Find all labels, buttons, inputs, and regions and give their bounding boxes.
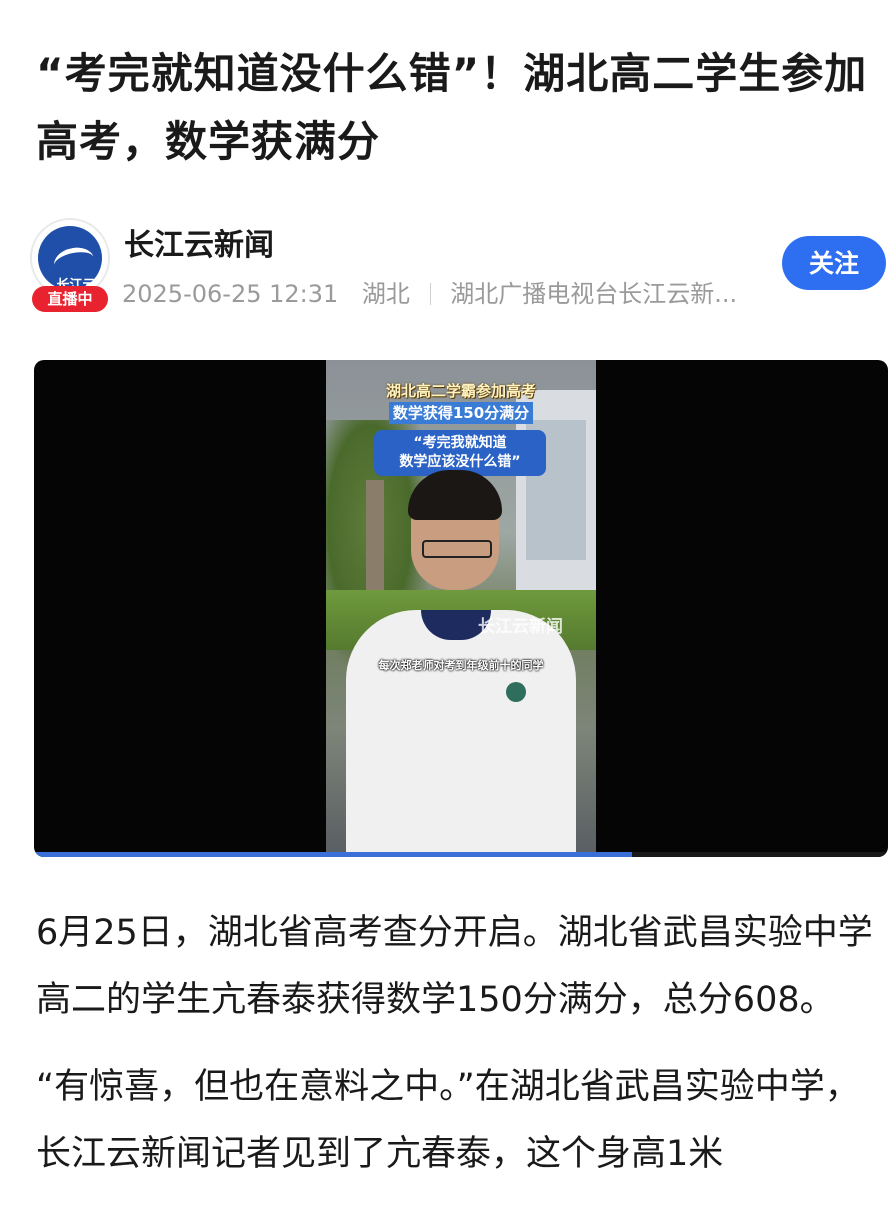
publish-datetime: 2025-06-25 12:31 [122, 280, 339, 308]
live-badge[interactable]: 直播中 [32, 286, 108, 312]
video-subtitle: 每次郑老师对考到年级前十的同学 [378, 659, 544, 672]
author-name[interactable]: 长江云新闻 [124, 220, 274, 264]
article-title: “考完就知道没什么错”！湖北高二学生参加高考，数学获满分 [36, 49, 868, 166]
logo-icon: 长江云 [38, 226, 102, 293]
meta-divider [429, 283, 431, 305]
video-watermark: 长江云新闻 [478, 617, 563, 637]
video-caption: 湖北高二学霸参加高考 数学获得150分满分 [366, 380, 556, 424]
video-quote-line1: “考完我就知道 [413, 435, 507, 451]
article-body: 6月25日，湖北省高考查分开启。湖北省武昌实验中学高二的学生亢春泰获得数学150… [36, 900, 888, 1208]
video-caption-line1: 湖北高二学霸参加高考 [385, 382, 536, 400]
body-paragraph: 6月25日，湖北省高考查分开启。湖北省武昌实验中学高二的学生亢春泰获得数学150… [36, 913, 873, 1020]
follow-button[interactable]: 关注 [782, 236, 886, 290]
article-meta: 2025-06-25 12:31 湖北 湖北广播电视台长江云新... [122, 274, 737, 309]
school-emblem-icon [506, 682, 526, 702]
video-progress-bar[interactable] [34, 852, 888, 857]
video-caption-line2: 数学获得150分满分 [388, 402, 534, 424]
body-paragraph: “有惊喜，但也在意料之中。”在湖北省武昌实验中学，长江云新闻记者见到了亢春泰，这… [36, 1067, 860, 1174]
video-frame[interactable]: 湖北高二学霸参加高考 数学获得150分满分 “考完我就知道 数学应该没什么错” … [326, 360, 596, 852]
video-progress-fill [34, 852, 632, 857]
student-figure [346, 610, 576, 852]
publish-source: 湖北广播电视台长江云新... [450, 280, 738, 308]
video-player[interactable]: 湖北高二学霸参加高考 数学获得150分满分 “考完我就知道 数学应该没什么错” … [34, 360, 888, 857]
publish-location: 湖北 [361, 280, 410, 308]
